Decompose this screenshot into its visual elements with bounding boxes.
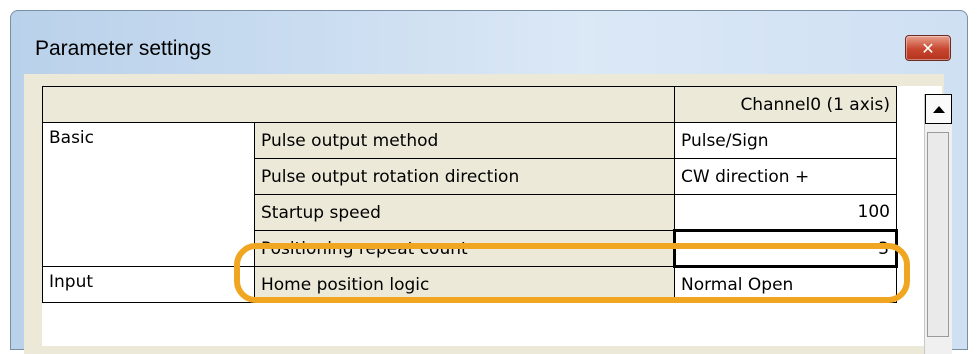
close-icon: ✕: [921, 38, 935, 58]
arrow-up-icon: [932, 105, 945, 113]
close-button[interactable]: ✕: [905, 35, 951, 61]
client-area: Channel0 (1 axis) Basic Pulse output met…: [24, 74, 952, 354]
param-name-cell: Home position logic: [254, 266, 675, 303]
param-value-cell[interactable]: CW direction +: [674, 158, 897, 195]
positioning-repeat-count-input[interactable]: 3: [673, 229, 898, 268]
param-value-cell[interactable]: 100: [674, 194, 897, 231]
param-value-cell[interactable]: Pulse/Sign: [674, 122, 897, 159]
category-basic: Basic: [42, 122, 255, 267]
window-title: Parameter settings: [35, 37, 212, 60]
parameter-table: Channel0 (1 axis) Basic Pulse output met…: [42, 86, 898, 303]
param-name-cell: Pulse output rotation direction: [254, 158, 675, 195]
scroll-thumb[interactable]: [927, 132, 949, 337]
param-name-cell: Pulse output method: [254, 122, 675, 159]
vertical-scrollbar[interactable]: [924, 94, 952, 354]
header-corner-cell: [42, 86, 675, 123]
param-name-cell: Startup speed: [254, 194, 675, 231]
title-bar[interactable]: Parameter settings ✕: [11, 11, 967, 67]
column-header-channel0[interactable]: Channel0 (1 axis): [674, 86, 897, 123]
parameter-grid: Channel0 (1 axis) Basic Pulse output met…: [42, 86, 942, 346]
table-row: Basic Pulse output method Pulse/Sign: [42, 122, 897, 267]
param-value-cell[interactable]: Normal Open: [674, 266, 897, 303]
param-name-cell: Positioning repeat count: [254, 230, 675, 267]
table-row: Input Home position logic Normal Open: [42, 266, 897, 303]
scroll-up-button[interactable]: [925, 94, 952, 124]
header-row: Channel0 (1 axis): [42, 86, 897, 123]
category-input: Input: [42, 266, 255, 303]
